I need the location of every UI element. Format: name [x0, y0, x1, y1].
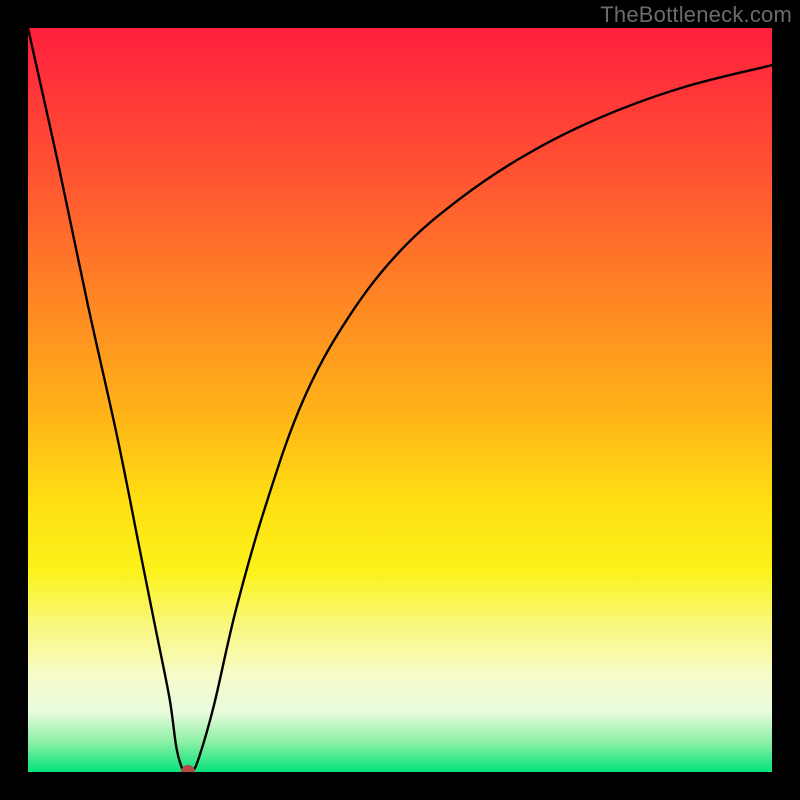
plot-area [28, 28, 772, 772]
watermark-text: TheBottleneck.com [600, 2, 792, 28]
bottleneck-curve [28, 28, 772, 772]
optimal-marker [181, 765, 195, 772]
chart-frame: TheBottleneck.com [0, 0, 800, 800]
